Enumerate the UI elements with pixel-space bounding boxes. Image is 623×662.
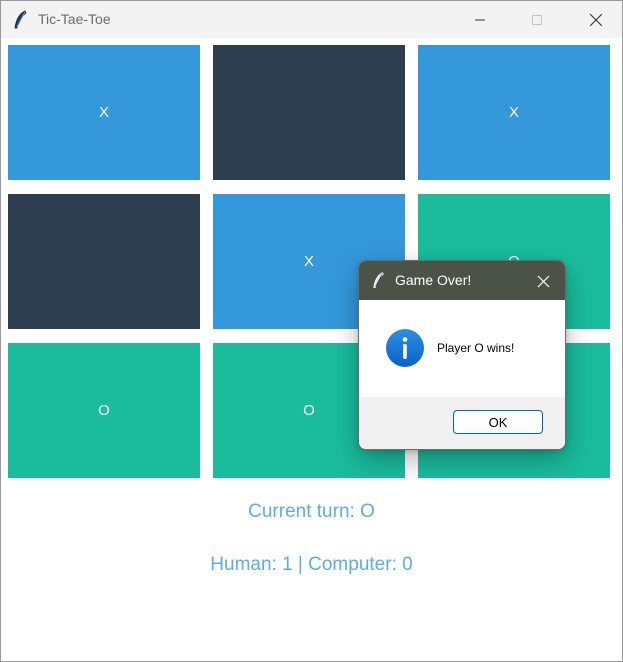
close-icon <box>537 275 549 287</box>
dialog-close-button[interactable] <box>531 269 555 293</box>
close-button[interactable] <box>573 1 619 38</box>
score-label: Human: 1 | Computer: 0 <box>210 554 413 575</box>
dialog-body: Player O wins! <box>359 300 565 397</box>
board-cell[interactable] <box>8 194 200 329</box>
info-icon <box>386 329 424 367</box>
dialog-title-bar[interactable]: Game Over! <box>359 261 565 300</box>
title-bar[interactable]: Tic-Tae-Toe <box>1 1 622 38</box>
dialog-message: Player O wins! <box>437 341 515 355</box>
ok-button[interactable]: OK <box>453 410 543 434</box>
board-cell[interactable]: O <box>8 343 200 478</box>
dialog-footer: OK <box>359 397 565 449</box>
minimize-button[interactable] <box>457 1 503 38</box>
maximize-icon <box>532 14 542 25</box>
game-over-dialog: Game Over! Player O wins! OK <box>358 260 566 450</box>
window-title: Tic-Tae-Toe <box>38 11 111 27</box>
board-cell[interactable]: X <box>8 45 200 180</box>
maximize-button[interactable] <box>514 1 560 38</box>
feather-icon <box>373 272 384 288</box>
feather-icon <box>14 10 27 29</box>
dialog-title: Game Over! <box>395 272 472 288</box>
board-cell[interactable]: X <box>418 45 610 180</box>
current-turn-label: Current turn: O <box>248 501 375 522</box>
minimize-icon <box>475 19 485 20</box>
board-cell[interactable] <box>213 45 405 180</box>
close-icon <box>589 13 603 26</box>
